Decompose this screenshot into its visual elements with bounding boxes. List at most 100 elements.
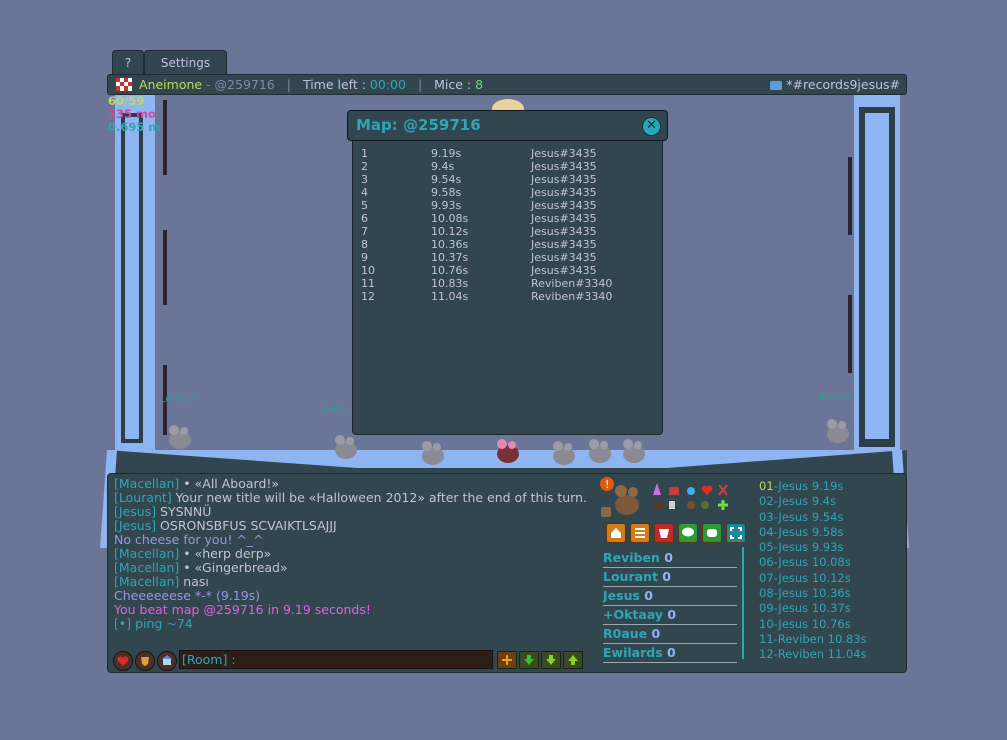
record-player[interactable]: Jesus#3435 — [531, 160, 597, 173]
tribe-icon[interactable] — [135, 651, 155, 671]
record-rank: 9 — [361, 251, 368, 264]
mouse-sprite[interactable] — [164, 424, 194, 450]
record-player[interactable]: Jesus#3435 — [531, 199, 597, 212]
discord-icon[interactable] — [702, 523, 722, 543]
leaderboard-row: 05-Jesus 9.93s — [759, 540, 904, 555]
player-score: 0 — [644, 588, 653, 603]
record-player[interactable]: Jesus#3435 — [531, 186, 597, 199]
leaderboard-row: 10-Jesus 10.76s — [759, 617, 904, 632]
record-player[interactable]: Reviben#3340 — [531, 277, 612, 290]
fullscreen-icon[interactable] — [726, 523, 746, 543]
chat-username[interactable]: [Lourant] — [114, 490, 172, 505]
chat-line: [Lourant] Your new title will be «Hallow… — [114, 491, 594, 505]
leaderboard-row: 01-Jesus 9.19s — [759, 479, 904, 494]
arrow-up-icon[interactable] — [563, 651, 583, 669]
map-author[interactable]: Aneimone — [139, 77, 202, 92]
record-player[interactable]: Jesus#3435 — [531, 264, 597, 277]
chat-line: [•] ping ~74 — [114, 617, 594, 631]
leaderboard-rank: 02 — [759, 494, 774, 509]
player-row[interactable]: R0aue 0 — [603, 625, 737, 644]
chat-line: You beat map @259716 in 9.19 seconds! — [114, 603, 594, 617]
player-row[interactable]: Lourant 0 — [603, 568, 737, 587]
leaderboard-row: 03-Jesus 9.54s — [759, 510, 904, 525]
record-time: 10.83s — [431, 277, 469, 290]
home-icon[interactable] — [606, 523, 626, 543]
player-row[interactable]: Jesus 0 — [603, 587, 737, 606]
room-chat-icon[interactable] — [157, 651, 177, 671]
arrow-down-icon[interactable] — [519, 651, 539, 669]
record-player[interactable]: Jesus#3435 — [531, 173, 597, 186]
record-time: 10.08s — [431, 212, 469, 225]
leaderboard-entry: -Jesus 10.12s — [773, 570, 851, 585]
player-score: 0 — [662, 569, 671, 584]
player-list-scrollbar[interactable] — [742, 547, 744, 659]
record-player[interactable]: Jesus#3435 — [531, 238, 597, 251]
player-name[interactable]: Ewilards — [603, 645, 663, 660]
record-time: 9.19s — [431, 147, 462, 160]
chat-message: • «herp derp» — [179, 546, 272, 561]
chat-line: [Macellan] • «herp derp» — [114, 547, 594, 561]
leaderboard-rank: 10 — [759, 616, 774, 631]
shop-icon[interactable] — [654, 523, 674, 543]
plus-icon[interactable] — [497, 651, 517, 669]
chat-line: [Macellan] • «All Aboard!» — [114, 477, 594, 491]
record-player[interactable]: Jesus#3435 — [531, 251, 597, 264]
mice-label: Mice : — [434, 77, 476, 92]
leaderboard-row: 06-Jesus 10.08s — [759, 555, 904, 570]
player-name[interactable]: Reviben — [603, 550, 660, 565]
chat-message: Your new title will be «Halloween 2012» … — [171, 490, 587, 505]
record-rank: 3 — [361, 173, 368, 186]
record-rank: 6 — [361, 212, 368, 225]
player-row[interactable]: Reviben 0 — [603, 549, 737, 568]
map-records-list: 1 9.19s Jesus#3435 2 9.4s Jesus#3435 3 9.54s Jes… — [352, 141, 663, 435]
player-name[interactable]: Jesus — [603, 588, 640, 603]
leaderboard-rank: 01 — [759, 479, 774, 493]
shaman-avatar[interactable]: ! — [599, 475, 649, 523]
chat-username[interactable]: [Macellan] — [114, 574, 179, 589]
close-button[interactable]: ✕ — [642, 117, 661, 136]
leaderboard-entry: -Jesus 9.58s — [773, 524, 844, 539]
leaderboard-rank: 07 — [759, 570, 774, 585]
heart-icon[interactable] — [113, 651, 133, 671]
map-code: - @259716 — [206, 77, 275, 92]
mouse-sprite[interactable] — [822, 418, 852, 444]
chat-username[interactable]: [Jesus] — [114, 518, 156, 533]
shaman-items — [647, 481, 737, 518]
chat-username[interactable]: [Macellan] — [114, 560, 179, 575]
svg-text:!: ! — [605, 478, 609, 491]
record-player[interactable]: Jesus#3435 — [531, 212, 597, 225]
chat-username[interactable]: [Macellan] — [114, 546, 179, 561]
record-time: 10.12s — [431, 225, 469, 238]
chat-input[interactable]: [Room] : — [179, 650, 493, 669]
chat-username[interactable]: [Macellan] — [114, 476, 179, 491]
mice-count: 8 — [475, 77, 484, 92]
leaderboard-row: 02-Jesus 9.4s — [759, 494, 904, 509]
leaderboard-entry: -Jesus 9.93s — [773, 540, 844, 555]
record-rank: 7 — [361, 225, 368, 238]
leaderboard-entry: -Reviben 11.04s — [773, 647, 867, 662]
player-row[interactable]: Ewilards 0 — [603, 644, 737, 663]
chat-message: nası — [179, 574, 209, 589]
checkered-flag-icon — [116, 78, 132, 91]
player-list: Reviben 0 Lourant 0 Jesus 0 +Oktaay 0 R0aue … — [603, 549, 743, 669]
cheese-icon — [492, 99, 524, 111]
record-player[interactable]: Jesus#3435 — [531, 147, 597, 160]
list-icon[interactable] — [630, 523, 650, 543]
record-time: 10.37s — [431, 251, 469, 264]
leaderboard-entry: -Jesus 9.54s — [773, 509, 844, 524]
leaderboard-entry: -Reviben 10.83s — [773, 631, 867, 646]
record-player[interactable]: Reviben#3340 — [531, 290, 612, 303]
record-player[interactable]: Jesus#3435 — [531, 225, 597, 238]
chat-username[interactable]: [Jesus] — [114, 504, 156, 519]
player-score: 0 — [667, 607, 677, 622]
player-row[interactable]: +Oktaay 0 — [603, 606, 737, 625]
settings-tab[interactable]: Settings — [144, 50, 227, 76]
arrow-down-icon[interactable] — [541, 651, 561, 669]
player-name[interactable]: Lourant — [603, 569, 658, 584]
help-tab[interactable]: ? — [112, 50, 144, 76]
chat-bubble-icon[interactable] — [678, 523, 698, 543]
player-name[interactable]: R0aue — [603, 626, 647, 641]
leaderboard-rank: 03 — [759, 509, 774, 524]
record-time: 9.54s — [431, 173, 462, 186]
player-name[interactable]: +Oktaay — [603, 607, 663, 622]
